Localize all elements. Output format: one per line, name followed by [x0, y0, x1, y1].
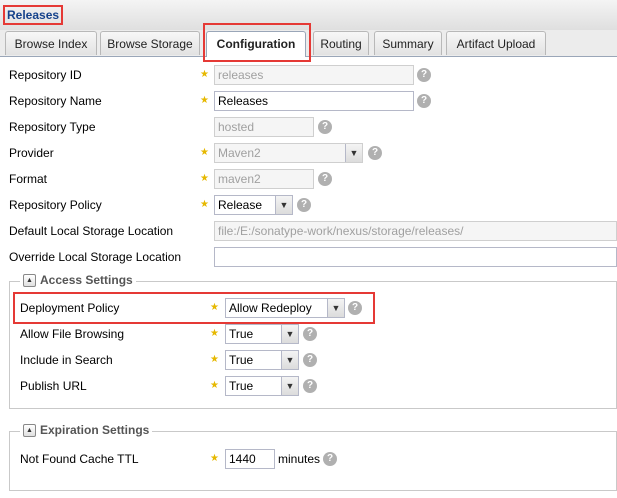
deployment-policy-value: Allow Redeploy	[229, 301, 312, 315]
star-icon: ★	[200, 69, 209, 80]
include-in-search-select[interactable]: True ▼	[225, 350, 299, 370]
default-local-storage-label: Default Local Storage Location	[9, 224, 174, 238]
star-icon: ★	[200, 95, 209, 106]
chevron-down-icon[interactable]: ▼	[275, 196, 292, 214]
repository-policy-label: Repository Policy	[9, 198, 102, 212]
repository-policy-value: Release	[218, 198, 263, 212]
repository-id-field[interactable]: releases	[214, 65, 414, 85]
star-icon: ★	[210, 453, 219, 464]
star-icon: ★	[200, 147, 209, 158]
repository-name-field[interactable]: Releases	[214, 91, 414, 111]
deployment-policy-select[interactable]: Allow Redeploy ▼	[225, 298, 345, 318]
include-in-search-value: True	[229, 353, 254, 367]
panel-title: Releases	[2, 5, 64, 25]
help-icon[interactable]: ?	[303, 353, 317, 367]
tab-routing[interactable]: Routing	[313, 31, 369, 55]
star-icon: ★	[200, 199, 209, 210]
chevron-down-icon[interactable]: ▼	[327, 299, 344, 317]
expiration-settings-legend[interactable]: ▲ Expiration Settings	[20, 423, 153, 438]
tab-browse-index[interactable]: Browse Index	[5, 31, 97, 55]
help-icon[interactable]: ?	[297, 198, 311, 212]
help-icon[interactable]: ?	[303, 379, 317, 393]
help-icon[interactable]: ?	[303, 327, 317, 341]
tab-browse-storage[interactable]: Browse Storage	[100, 31, 200, 55]
include-in-search-label: Include in Search	[20, 353, 113, 367]
help-icon[interactable]: ?	[417, 94, 431, 108]
help-icon[interactable]: ?	[368, 146, 382, 160]
collapse-icon[interactable]: ▲	[23, 424, 36, 438]
not-found-cache-ttl-unit: minutes	[278, 452, 321, 466]
chevron-down-icon[interactable]: ▼	[281, 377, 298, 395]
override-local-storage-label: Override Local Storage Location	[9, 250, 182, 264]
not-found-cache-ttl-field[interactable]: 1440	[225, 449, 275, 469]
tab-configuration[interactable]: Configuration	[206, 31, 306, 57]
help-icon[interactable]: ?	[417, 68, 431, 82]
star-icon: ★	[210, 302, 219, 313]
provider-value: Maven2	[218, 146, 261, 160]
publish-url-select[interactable]: True ▼	[225, 376, 299, 396]
format-field[interactable]: maven2	[214, 169, 314, 189]
format-label: Format	[9, 172, 48, 186]
help-icon[interactable]: ?	[318, 172, 332, 186]
default-local-storage-field[interactable]: file:/E:/sonatype-work/nexus/storage/rel…	[214, 221, 617, 241]
publish-url-value: True	[229, 379, 254, 393]
repository-type-label: Repository Type	[9, 120, 96, 134]
repository-policy-select[interactable]: Release ▼	[214, 195, 293, 215]
star-icon: ★	[210, 380, 219, 391]
panel-header	[0, 0, 617, 31]
help-icon[interactable]: ?	[348, 301, 362, 315]
repository-id-label: Repository ID	[9, 68, 82, 82]
chevron-down-icon[interactable]: ▼	[281, 351, 298, 369]
collapse-icon[interactable]: ▲	[23, 274, 36, 288]
star-icon: ★	[210, 354, 219, 365]
access-settings-legend[interactable]: ▲ Access Settings	[20, 273, 136, 288]
provider-select[interactable]: Maven2 ▼	[214, 143, 363, 163]
tab-summary[interactable]: Summary	[374, 31, 442, 55]
chevron-down-icon[interactable]: ▼	[281, 325, 298, 343]
not-found-cache-ttl-label: Not Found Cache TTL	[20, 452, 139, 466]
provider-label: Provider	[9, 146, 54, 160]
allow-file-browsing-value: True	[229, 327, 254, 341]
publish-url-label: Publish URL	[20, 379, 87, 393]
help-icon[interactable]: ?	[323, 452, 337, 466]
help-icon[interactable]: ?	[318, 120, 332, 134]
tab-artifact-upload[interactable]: Artifact Upload	[446, 31, 546, 55]
repository-type-field[interactable]: hosted	[214, 117, 314, 137]
chevron-down-icon[interactable]: ▼	[345, 144, 362, 162]
access-settings-title: Access Settings	[40, 273, 133, 287]
allow-file-browsing-select[interactable]: True ▼	[225, 324, 299, 344]
star-icon: ★	[200, 173, 209, 184]
repository-name-label: Repository Name	[9, 94, 102, 108]
override-local-storage-field[interactable]	[214, 247, 617, 267]
star-icon: ★	[210, 328, 219, 339]
expiration-settings-title: Expiration Settings	[40, 423, 150, 437]
deployment-policy-label: Deployment Policy	[20, 301, 120, 315]
allow-file-browsing-label: Allow File Browsing	[20, 327, 125, 341]
